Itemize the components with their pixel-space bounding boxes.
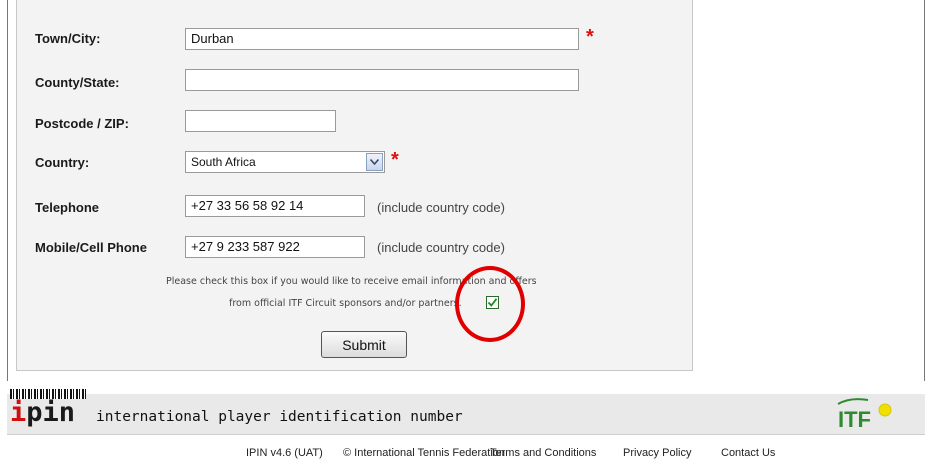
highlight-circle-annotation — [455, 266, 525, 342]
version-text: IPIN v4.6 (UAT) — [246, 447, 323, 459]
contact-link[interactable]: Contact Us — [721, 447, 775, 459]
telephone-label: Telephone — [35, 200, 100, 215]
country-label: Country: — [35, 155, 90, 170]
contact-form-panel — [16, 0, 693, 371]
telephone-input[interactable]: +27 33 56 58 92 14 — [185, 195, 365, 217]
county-label: County/State: — [35, 75, 120, 90]
town-input[interactable]: Durban — [185, 28, 579, 50]
postcode-input[interactable] — [185, 110, 336, 132]
telephone-hint: (include country code) — [377, 200, 505, 215]
dropdown-arrow-icon[interactable] — [366, 153, 383, 171]
country-select[interactable]: South Africa — [185, 151, 385, 173]
postcode-label: Postcode / ZIP: — [35, 116, 129, 131]
ipin-tagline: international player identification numb… — [96, 409, 463, 425]
submit-button[interactable]: Submit — [321, 331, 407, 358]
copyright-text: © International Tennis Federation — [343, 447, 506, 459]
svg-text:ITF: ITF — [838, 407, 871, 430]
country-select-value: South Africa — [191, 155, 256, 169]
itf-logo-icon: ITF — [837, 398, 892, 430]
privacy-link[interactable]: Privacy Policy — [623, 447, 691, 459]
mobile-hint: (include country code) — [377, 240, 505, 255]
town-label: Town/City: — [35, 31, 101, 46]
mobile-input[interactable]: +27 9 233 587 922 — [185, 236, 365, 258]
country-required-marker: * — [391, 149, 399, 171]
terms-link[interactable]: Terms and Conditions — [490, 447, 596, 459]
ipin-logo: ipin — [10, 397, 76, 428]
mobile-label: Mobile/Cell Phone — [35, 240, 147, 255]
town-required-marker: * — [586, 26, 594, 48]
county-input[interactable] — [185, 69, 579, 91]
consent-text-line2: from official ITF Circuit sponsors and/o… — [229, 298, 462, 309]
